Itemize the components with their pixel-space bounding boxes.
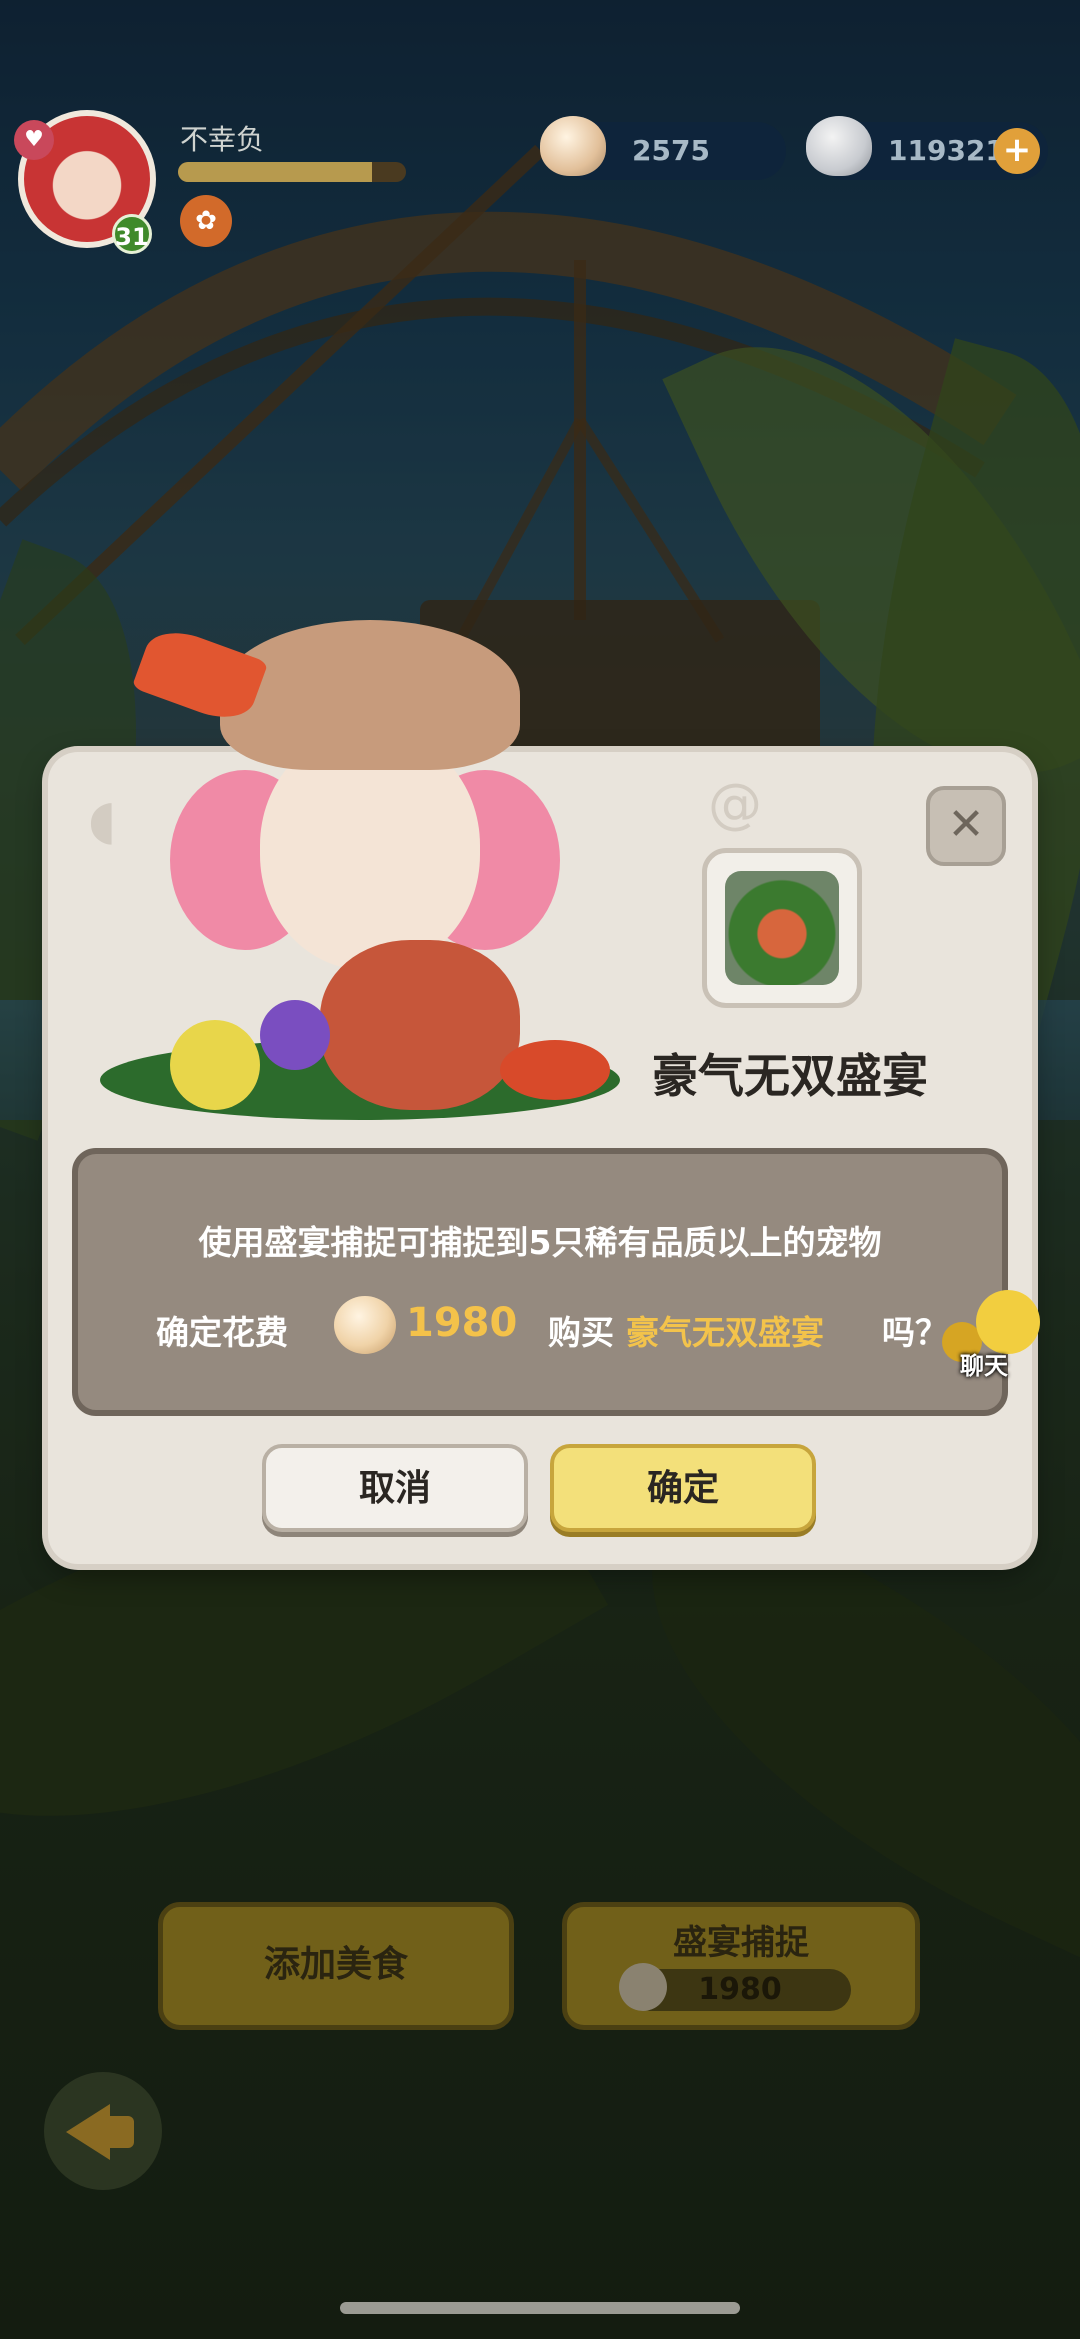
chat-button[interactable]: 聊天 [940, 1290, 1058, 1380]
chat-label: 聊天 [960, 1352, 1008, 1380]
home-indicator[interactable] [340, 2302, 740, 2314]
confirm-button[interactable]: 确定 [550, 1444, 816, 1532]
shell-icon [334, 1296, 396, 1354]
exp-bar-fill [178, 162, 372, 182]
item-frame [702, 848, 862, 1008]
message-line-2: 确定花费 1980 购买 豪气无双盛宴 吗？ [78, 1296, 1002, 1362]
add-currency-button[interactable]: + [994, 128, 1040, 174]
confirm-prefix-text: 确定花费 [156, 1313, 288, 1352]
add-food-button[interactable]: 添加美食 [158, 1902, 514, 2030]
shell-icon [540, 116, 606, 176]
back-button[interactable] [44, 2072, 162, 2190]
heart-icon: ♥ [14, 120, 54, 160]
close-icon: ✕ [947, 799, 985, 850]
close-button[interactable]: ✕ [926, 786, 1006, 866]
shell-currency-pill[interactable]: 2575 [540, 116, 786, 180]
feast-item-icon [725, 871, 839, 985]
chat-icon [976, 1290, 1040, 1354]
shell-icon [619, 1963, 667, 2011]
cancel-button[interactable]: 取消 [262, 1444, 528, 1532]
message-line-1: 使用盛宴捕捉可捕捉到5只稀有品质以上的宠物 [198, 1223, 882, 1262]
stone-amount: 119321 [888, 134, 1005, 167]
buff-icon[interactable]: ✿ [180, 195, 232, 247]
level-badge: 31 [112, 214, 152, 254]
exp-bar [178, 162, 406, 182]
feast-catch-button[interactable]: 盛宴捕捉 1980 [562, 1902, 920, 2030]
shell-amount: 2575 [632, 134, 710, 167]
buy-suffix-text: 吗？ [882, 1313, 948, 1352]
cost-value: 1980 [406, 1300, 518, 1346]
item-title: 豪气无双盛宴 [652, 1049, 928, 1103]
feast-cost-pill: 1980 [619, 1963, 851, 2011]
player-name: 不幸负 [180, 123, 265, 156]
feast-meat [320, 940, 520, 1110]
decorative-swirl: @ [708, 772, 762, 835]
character-hat [220, 620, 520, 770]
buy-prefix-text: 购买 [548, 1313, 614, 1352]
message-box: 使用盛宴捕捉可捕捉到5只稀有品质以上的宠物 确定花费 1980 购买 豪气无双盛… [72, 1148, 1008, 1416]
buy-item-name: 豪气无双盛宴 [626, 1313, 824, 1352]
feast-cost-value: 1980 [698, 1972, 782, 2007]
feast-catch-label: 盛宴捕捉 [673, 1923, 809, 1963]
stone-icon [806, 116, 872, 176]
character-illustration [80, 620, 700, 1140]
